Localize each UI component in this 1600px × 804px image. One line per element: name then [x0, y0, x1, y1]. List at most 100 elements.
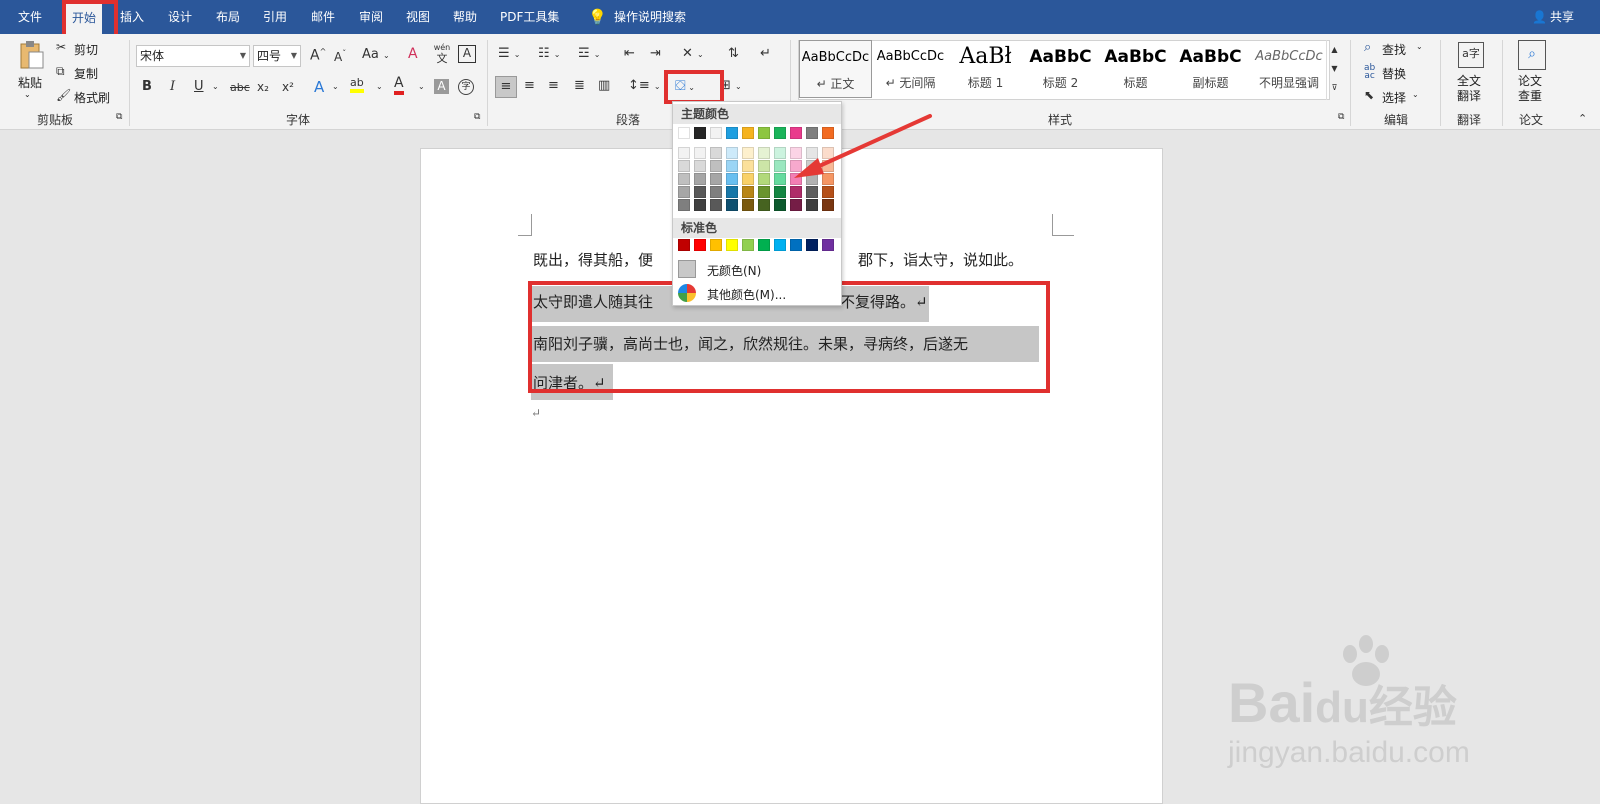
multilevel-list-icon[interactable]: ☲ ⌄ [578, 46, 601, 61]
cut-button[interactable]: 剪切 [74, 41, 98, 58]
theme-shade-swatch[interactable] [774, 186, 786, 198]
italic-button[interactable]: I [170, 79, 175, 94]
grow-font-icon[interactable]: A^ [310, 47, 326, 64]
theme-shade-swatch[interactable] [758, 147, 770, 159]
theme-shade-swatch[interactable] [678, 199, 690, 211]
full-translate-button[interactable]: 全文 翻译 [1457, 74, 1481, 104]
standard-color-swatch[interactable] [694, 239, 706, 251]
align-right-icon[interactable]: ≡ [548, 78, 559, 93]
theme-shade-swatch[interactable] [694, 160, 706, 172]
theme-shade-swatch[interactable] [694, 173, 706, 185]
chevron-down-icon[interactable]: ⌄ [1412, 90, 1419, 99]
style-title[interactable]: AaBbC 标题 [1099, 40, 1172, 98]
numbering-icon[interactable]: ☷ ⌄ [538, 46, 561, 61]
theme-shade-swatch[interactable] [710, 186, 722, 198]
theme-shade-swatch[interactable] [758, 173, 770, 185]
theme-shade-swatch[interactable] [678, 186, 690, 198]
find-button[interactable]: 查找 [1382, 41, 1406, 58]
share-button[interactable]: 共享 [1550, 0, 1574, 34]
theme-shade-swatch[interactable] [678, 173, 690, 185]
theme-shade-swatch[interactable] [806, 199, 818, 211]
theme-shade-swatch[interactable] [726, 160, 738, 172]
doc-line-1-end[interactable]: 郡下，诣太守，说如此。 [858, 249, 1023, 271]
dialog-launcher-icon[interactable]: ⧉ [1338, 112, 1344, 122]
style-no-spacing[interactable]: AaBbCcDc ↵ 无间隔 [874, 40, 947, 98]
standard-color-swatch[interactable] [774, 239, 786, 251]
style-heading-1[interactable]: AaBł 标题 1 [949, 40, 1022, 98]
clear-formatting-icon[interactable]: A [408, 46, 418, 62]
font-color-button[interactable]: A [394, 76, 404, 95]
shrink-font-icon[interactable]: Aˇ [334, 49, 346, 64]
align-center-icon[interactable]: ≡ [524, 78, 535, 93]
chevron-down-icon[interactable]: ⌄ [212, 82, 219, 91]
theme-shade-swatch[interactable] [822, 199, 834, 211]
theme-shade-swatch[interactable] [710, 199, 722, 211]
distributed-icon[interactable]: ▥ [598, 78, 610, 93]
standard-color-swatch[interactable] [710, 239, 722, 251]
paper-check-button[interactable]: 论文 查重 [1518, 74, 1542, 104]
character-border-icon[interactable]: A [458, 45, 476, 63]
tab-view[interactable]: 视图 [406, 0, 430, 34]
highlight-color-button[interactable]: ab [350, 76, 364, 93]
theme-shade-swatch[interactable] [774, 199, 786, 211]
theme-shade-swatch[interactable] [742, 160, 754, 172]
standard-color-swatch[interactable] [726, 239, 738, 251]
dialog-launcher-icon[interactable]: ⧉ [474, 112, 480, 122]
format-painter-button[interactable]: 格式刷 [74, 89, 110, 106]
theme-shade-swatch[interactable] [742, 186, 754, 198]
standard-color-swatch[interactable] [742, 239, 754, 251]
no-color-option[interactable]: 无颜色(N) [707, 262, 761, 279]
theme-shade-swatch[interactable] [710, 160, 722, 172]
subscript-button[interactable]: x₂ [257, 80, 269, 94]
standard-color-swatch[interactable] [678, 239, 690, 251]
more-colors-option[interactable]: 其他颜色(M)... [707, 286, 786, 303]
theme-color-swatch[interactable] [758, 127, 770, 139]
theme-shade-swatch[interactable] [758, 199, 770, 211]
theme-shade-swatch[interactable] [790, 199, 802, 211]
justify-icon[interactable]: ≣ [574, 78, 585, 93]
enclose-characters-button[interactable]: 字 [458, 79, 474, 95]
styles-scroll[interactable]: ▲ ▼ ⊽ [1326, 40, 1342, 100]
font-name-dropdown[interactable]: 宋体 ▼ [136, 45, 250, 67]
style-subtitle[interactable]: AaBbC 副标题 [1174, 40, 1247, 98]
tab-pdf-tools[interactable]: PDF工具集 [500, 0, 559, 34]
theme-shade-swatch[interactable] [774, 173, 786, 185]
theme-shade-swatch[interactable] [678, 160, 690, 172]
tab-review[interactable]: 审阅 [359, 0, 383, 34]
paste-icon[interactable] [16, 40, 46, 72]
doc-line-1-start[interactable]: 既出，得其船，便 [533, 249, 653, 271]
style-normal[interactable]: AaBbCcDc ↵ 正文 [799, 40, 872, 98]
replace-button[interactable]: 替换 [1382, 65, 1406, 82]
bold-button[interactable]: B [142, 79, 152, 94]
theme-color-swatch[interactable] [710, 127, 722, 139]
paste-dropdown-icon[interactable]: ⌄ [24, 90, 31, 99]
theme-shade-swatch[interactable] [694, 147, 706, 159]
character-shading-button[interactable]: A [434, 79, 449, 94]
standard-color-swatch[interactable] [806, 239, 818, 251]
tab-design[interactable]: 设计 [168, 0, 192, 34]
theme-shade-swatch[interactable] [742, 147, 754, 159]
sort-icon[interactable]: ⇅ [728, 46, 739, 61]
change-case-icon[interactable]: Aa ⌄ [362, 47, 390, 62]
theme-color-swatch[interactable] [694, 127, 706, 139]
copy-button[interactable]: 复制 [74, 65, 98, 82]
theme-shade-swatch[interactable] [774, 160, 786, 172]
theme-shade-swatch[interactable] [758, 186, 770, 198]
lightbulb-icon[interactable]: 💡 [588, 0, 607, 34]
theme-shade-swatch[interactable] [694, 186, 706, 198]
chevron-down-icon[interactable]: ⌄ [332, 82, 339, 91]
collapse-ribbon-icon[interactable]: ⌃ [1578, 112, 1587, 125]
tab-insert[interactable]: 插入 [120, 0, 144, 34]
strikethrough-button[interactable]: abc [230, 81, 250, 94]
theme-shade-swatch[interactable] [710, 147, 722, 159]
text-effects-button[interactable]: A [314, 78, 324, 96]
tab-mailings[interactable]: 邮件 [311, 0, 335, 34]
dialog-launcher-icon[interactable]: ⧉ [116, 112, 122, 122]
theme-shade-swatch[interactable] [678, 147, 690, 159]
chevron-down-icon[interactable]: ⌄ [418, 82, 425, 91]
chevron-down-icon[interactable]: ⌄ [376, 82, 383, 91]
paste-button[interactable]: 粘贴 [18, 74, 42, 91]
phonetic-guide-icon[interactable]: wén 文 [432, 42, 452, 64]
theme-shade-swatch[interactable] [758, 160, 770, 172]
theme-color-swatch[interactable] [742, 127, 754, 139]
